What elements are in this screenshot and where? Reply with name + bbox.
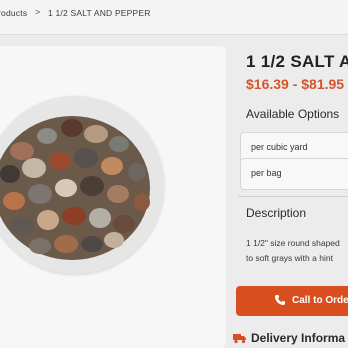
product-title: 1 1/2 SALT AI bbox=[246, 52, 348, 71]
product-price: $16.39 - $81.95 bbox=[246, 76, 345, 92]
breadcrumb-separator: > bbox=[35, 7, 41, 17]
description-line: 1 1/2" size round shaped bbox=[246, 238, 340, 248]
breadcrumb-current: 1 1/2 SALT AND PEPPER bbox=[48, 8, 151, 18]
product-image[interactable] bbox=[0, 106, 158, 266]
description-heading: Description bbox=[246, 206, 307, 220]
truck-icon bbox=[233, 334, 246, 344]
delivery-information-heading[interactable]: Delivery Informa bbox=[251, 331, 345, 345]
breadcrumb-products-link[interactable]: roducts bbox=[0, 8, 27, 18]
call-to-order-button[interactable]: Call to Order bbox=[236, 286, 348, 316]
description-line: to soft grays with a hint bbox=[246, 253, 333, 263]
option-label: per bag bbox=[251, 168, 282, 178]
phone-icon bbox=[275, 295, 285, 305]
breadcrumb-bar: roducts > 1 1/2 SALT AND PEPPER bbox=[0, 0, 348, 35]
section-divider bbox=[238, 196, 348, 197]
call-to-order-label: Call to Order bbox=[292, 295, 348, 306]
options-heading: Available Options bbox=[246, 107, 340, 121]
option-label: per cubic yard bbox=[251, 142, 308, 152]
option-per-bag[interactable]: per bag bbox=[240, 158, 348, 190]
